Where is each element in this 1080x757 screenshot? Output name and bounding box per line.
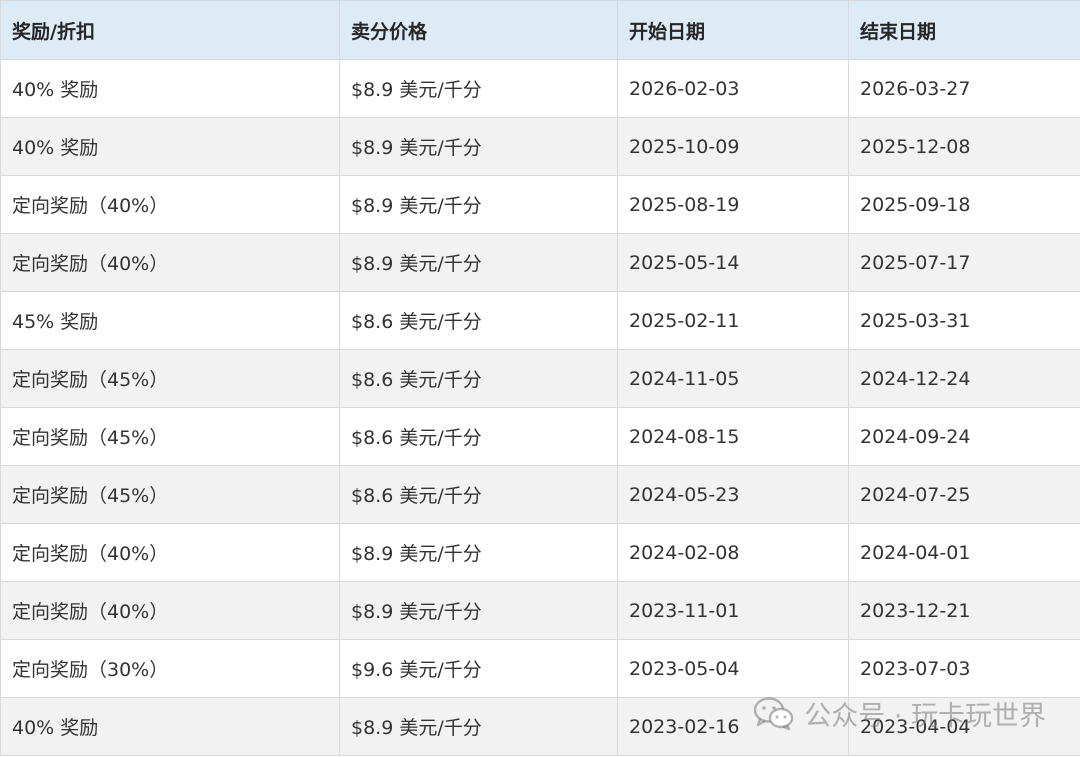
cell-price: $8.9 美元/千分 [339,175,618,234]
table-row: 40% 奖励 $8.9 美元/千分 2023-02-16 2023-04-04 [0,697,1080,756]
cell-start-date: 2025-02-11 [617,291,849,350]
cell-end-date: 2024-09-24 [848,407,1080,466]
cell-end-date: 2023-04-04 [848,697,1080,756]
table-row: 定向奖励（45%） $8.6 美元/千分 2024-08-15 2024-09-… [0,407,1080,466]
cell-start-date: 2023-11-01 [617,581,849,640]
cell-start-date: 2024-05-23 [617,465,849,524]
cell-end-date: 2023-07-03 [848,639,1080,698]
cell-end-date: 2025-12-08 [848,117,1080,176]
cell-bonus: 45% 奖励 [0,291,340,350]
cell-end-date: 2024-04-01 [848,523,1080,582]
cell-price: $8.6 美元/千分 [339,291,618,350]
cell-price: $8.9 美元/千分 [339,697,618,756]
cell-bonus: 定向奖励（30%） [0,639,340,698]
cell-bonus: 定向奖励（40%） [0,175,340,234]
cell-bonus: 40% 奖励 [0,59,340,118]
table-row: 40% 奖励 $8.9 美元/千分 2026-02-03 2026-03-27 [0,59,1080,118]
table-body: 40% 奖励 $8.9 美元/千分 2026-02-03 2026-03-27 … [0,59,1080,756]
cell-bonus: 40% 奖励 [0,697,340,756]
cell-start-date: 2025-08-19 [617,175,849,234]
table-row: 定向奖励（40%） $8.9 美元/千分 2024-02-08 2024-04-… [0,523,1080,582]
table-row: 45% 奖励 $8.6 美元/千分 2025-02-11 2025-03-31 [0,291,1080,350]
cell-end-date: 2025-09-18 [848,175,1080,234]
table-row: 定向奖励（40%） $8.9 美元/千分 2025-05-14 2025-07-… [0,233,1080,292]
cell-bonus: 40% 奖励 [0,117,340,176]
page: 奖励/折扣 卖分价格 开始日期 结束日期 40% 奖励 $8.9 美元/千分 2… [0,0,1080,757]
cell-start-date: 2026-02-03 [617,59,849,118]
cell-bonus: 定向奖励（45%） [0,407,340,466]
table-row: 定向奖励（40%） $8.9 美元/千分 2025-08-19 2025-09-… [0,175,1080,234]
cell-start-date: 2023-02-16 [617,697,849,756]
cell-bonus: 定向奖励（40%） [0,233,340,292]
cell-start-date: 2025-10-09 [617,117,849,176]
cell-end-date: 2026-03-27 [848,59,1080,118]
cell-price: $9.6 美元/千分 [339,639,618,698]
cell-end-date: 2023-12-21 [848,581,1080,640]
cell-start-date: 2024-11-05 [617,349,849,408]
cell-end-date: 2024-07-25 [848,465,1080,524]
header-start-date: 开始日期 [617,0,849,60]
cell-start-date: 2023-05-04 [617,639,849,698]
cell-end-date: 2024-12-24 [848,349,1080,408]
promotion-table: 奖励/折扣 卖分价格 开始日期 结束日期 40% 奖励 $8.9 美元/千分 2… [0,0,1080,756]
cell-start-date: 2024-02-08 [617,523,849,582]
header-row: 奖励/折扣 卖分价格 开始日期 结束日期 [0,0,1080,60]
cell-bonus: 定向奖励（45%） [0,465,340,524]
table-row: 定向奖励（45%） $8.6 美元/千分 2024-05-23 2024-07-… [0,465,1080,524]
table-row: 40% 奖励 $8.9 美元/千分 2025-10-09 2025-12-08 [0,117,1080,176]
cell-price: $8.6 美元/千分 [339,407,618,466]
cell-start-date: 2025-05-14 [617,233,849,292]
table-row: 定向奖励（45%） $8.6 美元/千分 2024-11-05 2024-12-… [0,349,1080,408]
cell-end-date: 2025-03-31 [848,291,1080,350]
cell-price: $8.9 美元/千分 [339,523,618,582]
cell-end-date: 2025-07-17 [848,233,1080,292]
table-row: 定向奖励（40%） $8.9 美元/千分 2023-11-01 2023-12-… [0,581,1080,640]
cell-bonus: 定向奖励（40%） [0,581,340,640]
cell-price: $8.9 美元/千分 [339,581,618,640]
table-header: 奖励/折扣 卖分价格 开始日期 结束日期 [0,0,1080,60]
cell-bonus: 定向奖励（45%） [0,349,340,408]
cell-price: $8.6 美元/千分 [339,349,618,408]
cell-price: $8.6 美元/千分 [339,465,618,524]
cell-price: $8.9 美元/千分 [339,59,618,118]
header-end-date: 结束日期 [848,0,1080,60]
cell-price: $8.9 美元/千分 [339,117,618,176]
table-row: 定向奖励（30%） $9.6 美元/千分 2023-05-04 2023-07-… [0,639,1080,698]
cell-price: $8.9 美元/千分 [339,233,618,292]
cell-start-date: 2024-08-15 [617,407,849,466]
header-sell-price: 卖分价格 [339,0,618,60]
header-bonus-discount: 奖励/折扣 [0,0,340,60]
cell-bonus: 定向奖励（40%） [0,523,340,582]
